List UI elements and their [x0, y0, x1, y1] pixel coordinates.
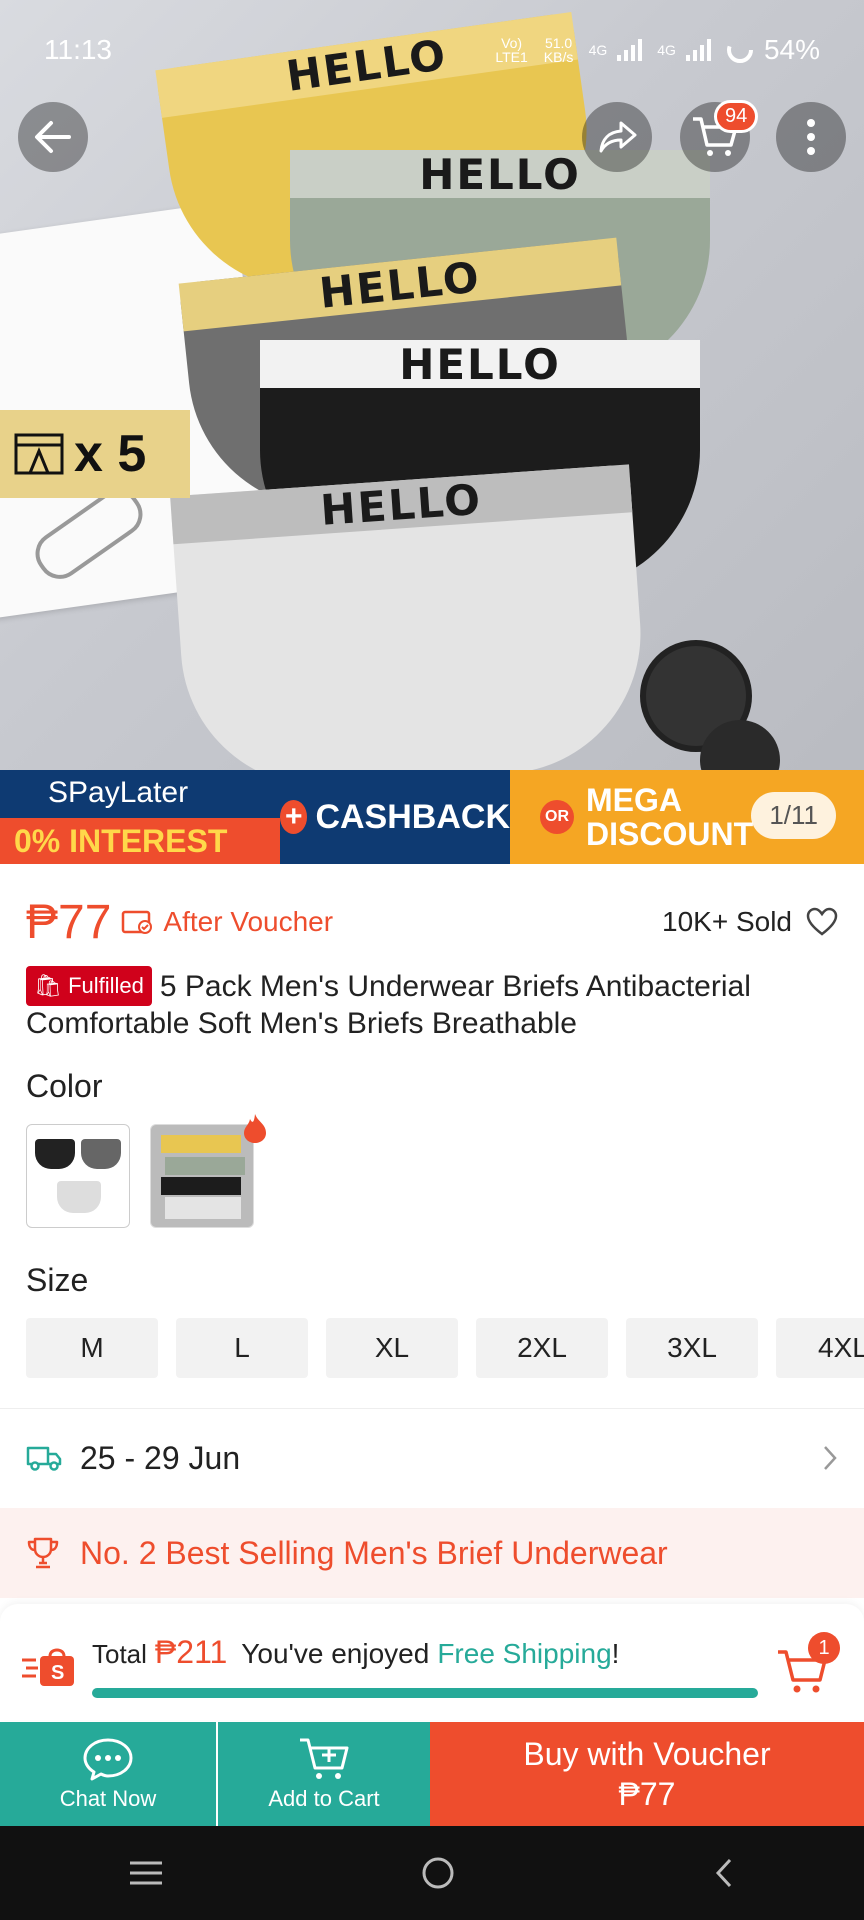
sold-count-text: 10K+ Sold [662, 906, 792, 937]
total-value: ₱211 [154, 1634, 228, 1670]
delivery-row[interactable]: 25 - 29 Jun [26, 1430, 838, 1486]
size-option-m[interactable]: M [26, 1318, 158, 1378]
pack-count-text: x 5 [74, 425, 147, 483]
interest-label: 0% INTEREST [0, 818, 280, 864]
status-4g-2: 4G [657, 42, 676, 58]
brief-brand: HELLO [419, 149, 581, 199]
best-selling-banner[interactable]: No. 2 Best Selling Men's Brief Underwear [0, 1508, 864, 1598]
heart-icon[interactable] [806, 907, 838, 937]
cart-summary-bar[interactable]: S Total ₱211 You've enjoyed Free Shippin… [0, 1604, 864, 1720]
chat-now-label: Chat Now [59, 1786, 157, 1811]
shopee-bag-icon: S [22, 1648, 74, 1686]
buy-label: Buy with Voucher [523, 1736, 771, 1772]
best-selling-text: No. 2 Best Selling Men's Brief Underwear [80, 1534, 668, 1571]
chat-now-button[interactable]: Chat Now [0, 1722, 216, 1826]
image-pager: 1/11 [751, 792, 836, 839]
color-swatch-2[interactable] [150, 1124, 254, 1228]
share-button[interactable] [582, 102, 652, 172]
status-4g-1: 4G [588, 42, 608, 58]
cart-summary-text: Total ₱211 You've enjoyed Free Shipping! [92, 1634, 619, 1671]
buy-price: ₱77 [618, 1776, 676, 1812]
color-label: Color [26, 1068, 103, 1104]
status-time: 11:13 [44, 34, 112, 65]
cashback-label: CASHBACK [315, 797, 510, 836]
size-option-l[interactable]: L [176, 1318, 308, 1378]
svg-text:S: S [51, 1662, 64, 1684]
shop-bag-icon: 🛍 [34, 973, 62, 998]
briefs-icon [14, 433, 64, 475]
spaylater-label: SPayLater [48, 776, 189, 809]
size-label: Size [26, 1262, 89, 1298]
add-to-cart-button[interactable]: Add to Cart [218, 1722, 430, 1826]
home-icon[interactable] [420, 1855, 456, 1891]
exclaim-text: ! [611, 1638, 620, 1669]
size-option-xl[interactable]: XL [326, 1318, 458, 1378]
color-swatch-1[interactable] [26, 1124, 130, 1228]
pack-count-badge: x 5 [0, 410, 190, 498]
system-nav-bar [0, 1826, 864, 1920]
bottom-action-bar: Chat Now Add to Cart Buy with Voucher ₱7… [0, 1722, 864, 1826]
size-option-4xl[interactable]: 4XL [776, 1318, 864, 1378]
share-icon [599, 121, 637, 153]
status-battery: 54% [763, 34, 820, 65]
trophy-icon [27, 1537, 59, 1569]
arrow-left-icon [35, 121, 71, 153]
buy-with-voucher-button[interactable]: Buy with Voucher ₱77 [430, 1722, 864, 1826]
after-voucher-label: After Voucher [163, 906, 334, 937]
brief-brand: HELLO [318, 474, 484, 535]
free-shipping-progress [92, 1688, 758, 1698]
status-network-volte: Vo) LTE1 [495, 35, 528, 65]
product-title-block: 🛍 Fulfilled 5 Pack Men's Underwear Briefs… [26, 966, 838, 1042]
status-network-speed: 51.0 KB/s [543, 35, 574, 65]
size-option-2xl[interactable]: 2XL [476, 1318, 608, 1378]
chat-icon [83, 1738, 133, 1781]
brief-brand: HELLO [399, 339, 561, 389]
brief-light: HELLO [170, 464, 650, 796]
size-options: M L XL 2XL 3XL 4XL [26, 1318, 864, 1378]
more-options-button[interactable] [776, 102, 846, 172]
plus-icon: + [280, 800, 308, 834]
free-shipping-text: Free Shipping [437, 1638, 612, 1669]
size-option-3xl[interactable]: 3XL [626, 1318, 758, 1378]
battery-ring-icon [726, 37, 753, 63]
fulfilled-label: Fulfilled [68, 973, 144, 998]
or-badge: OR [540, 800, 574, 834]
fulfilled-badge: 🛍 Fulfilled [26, 966, 152, 1006]
enjoyed-text: You've enjoyed [241, 1638, 430, 1669]
promo-banner[interactable]: SPayLater 0% INTEREST + CASHBACK OR MEGA… [0, 770, 864, 864]
back-nav-icon[interactable] [712, 1856, 736, 1890]
status-bar: 11:13 Vo) LTE1 51.0 KB/s 4G 4G 54% [0, 0, 864, 100]
product-price: ₱77 [26, 895, 112, 949]
divider [0, 1408, 864, 1409]
voucher-icon [122, 910, 153, 934]
truck-icon [26, 1446, 62, 1471]
chevron-right-icon [824, 1446, 837, 1470]
more-vertical-icon [807, 119, 815, 155]
delivery-date: 25 - 29 Jun [80, 1439, 241, 1476]
sold-count: 10K+ Sold [662, 906, 838, 938]
cart-count-badge: 94 [714, 100, 759, 133]
mega-label: MEGA [586, 782, 682, 818]
cart-item-count: 1 [808, 1632, 840, 1664]
back-button[interactable] [18, 102, 88, 172]
signal-icon [685, 39, 711, 61]
discount-label: DISCOUNT [586, 816, 754, 852]
menu-icon[interactable] [128, 1859, 164, 1887]
fire-icon [244, 1114, 266, 1143]
price-row: ₱77 After Voucher 10K+ Sold [26, 892, 838, 952]
total-label: Total [92, 1639, 147, 1669]
signal-icon [617, 39, 643, 61]
add-to-cart-label: Add to Cart [268, 1786, 380, 1811]
add-cart-icon [300, 1738, 349, 1779]
